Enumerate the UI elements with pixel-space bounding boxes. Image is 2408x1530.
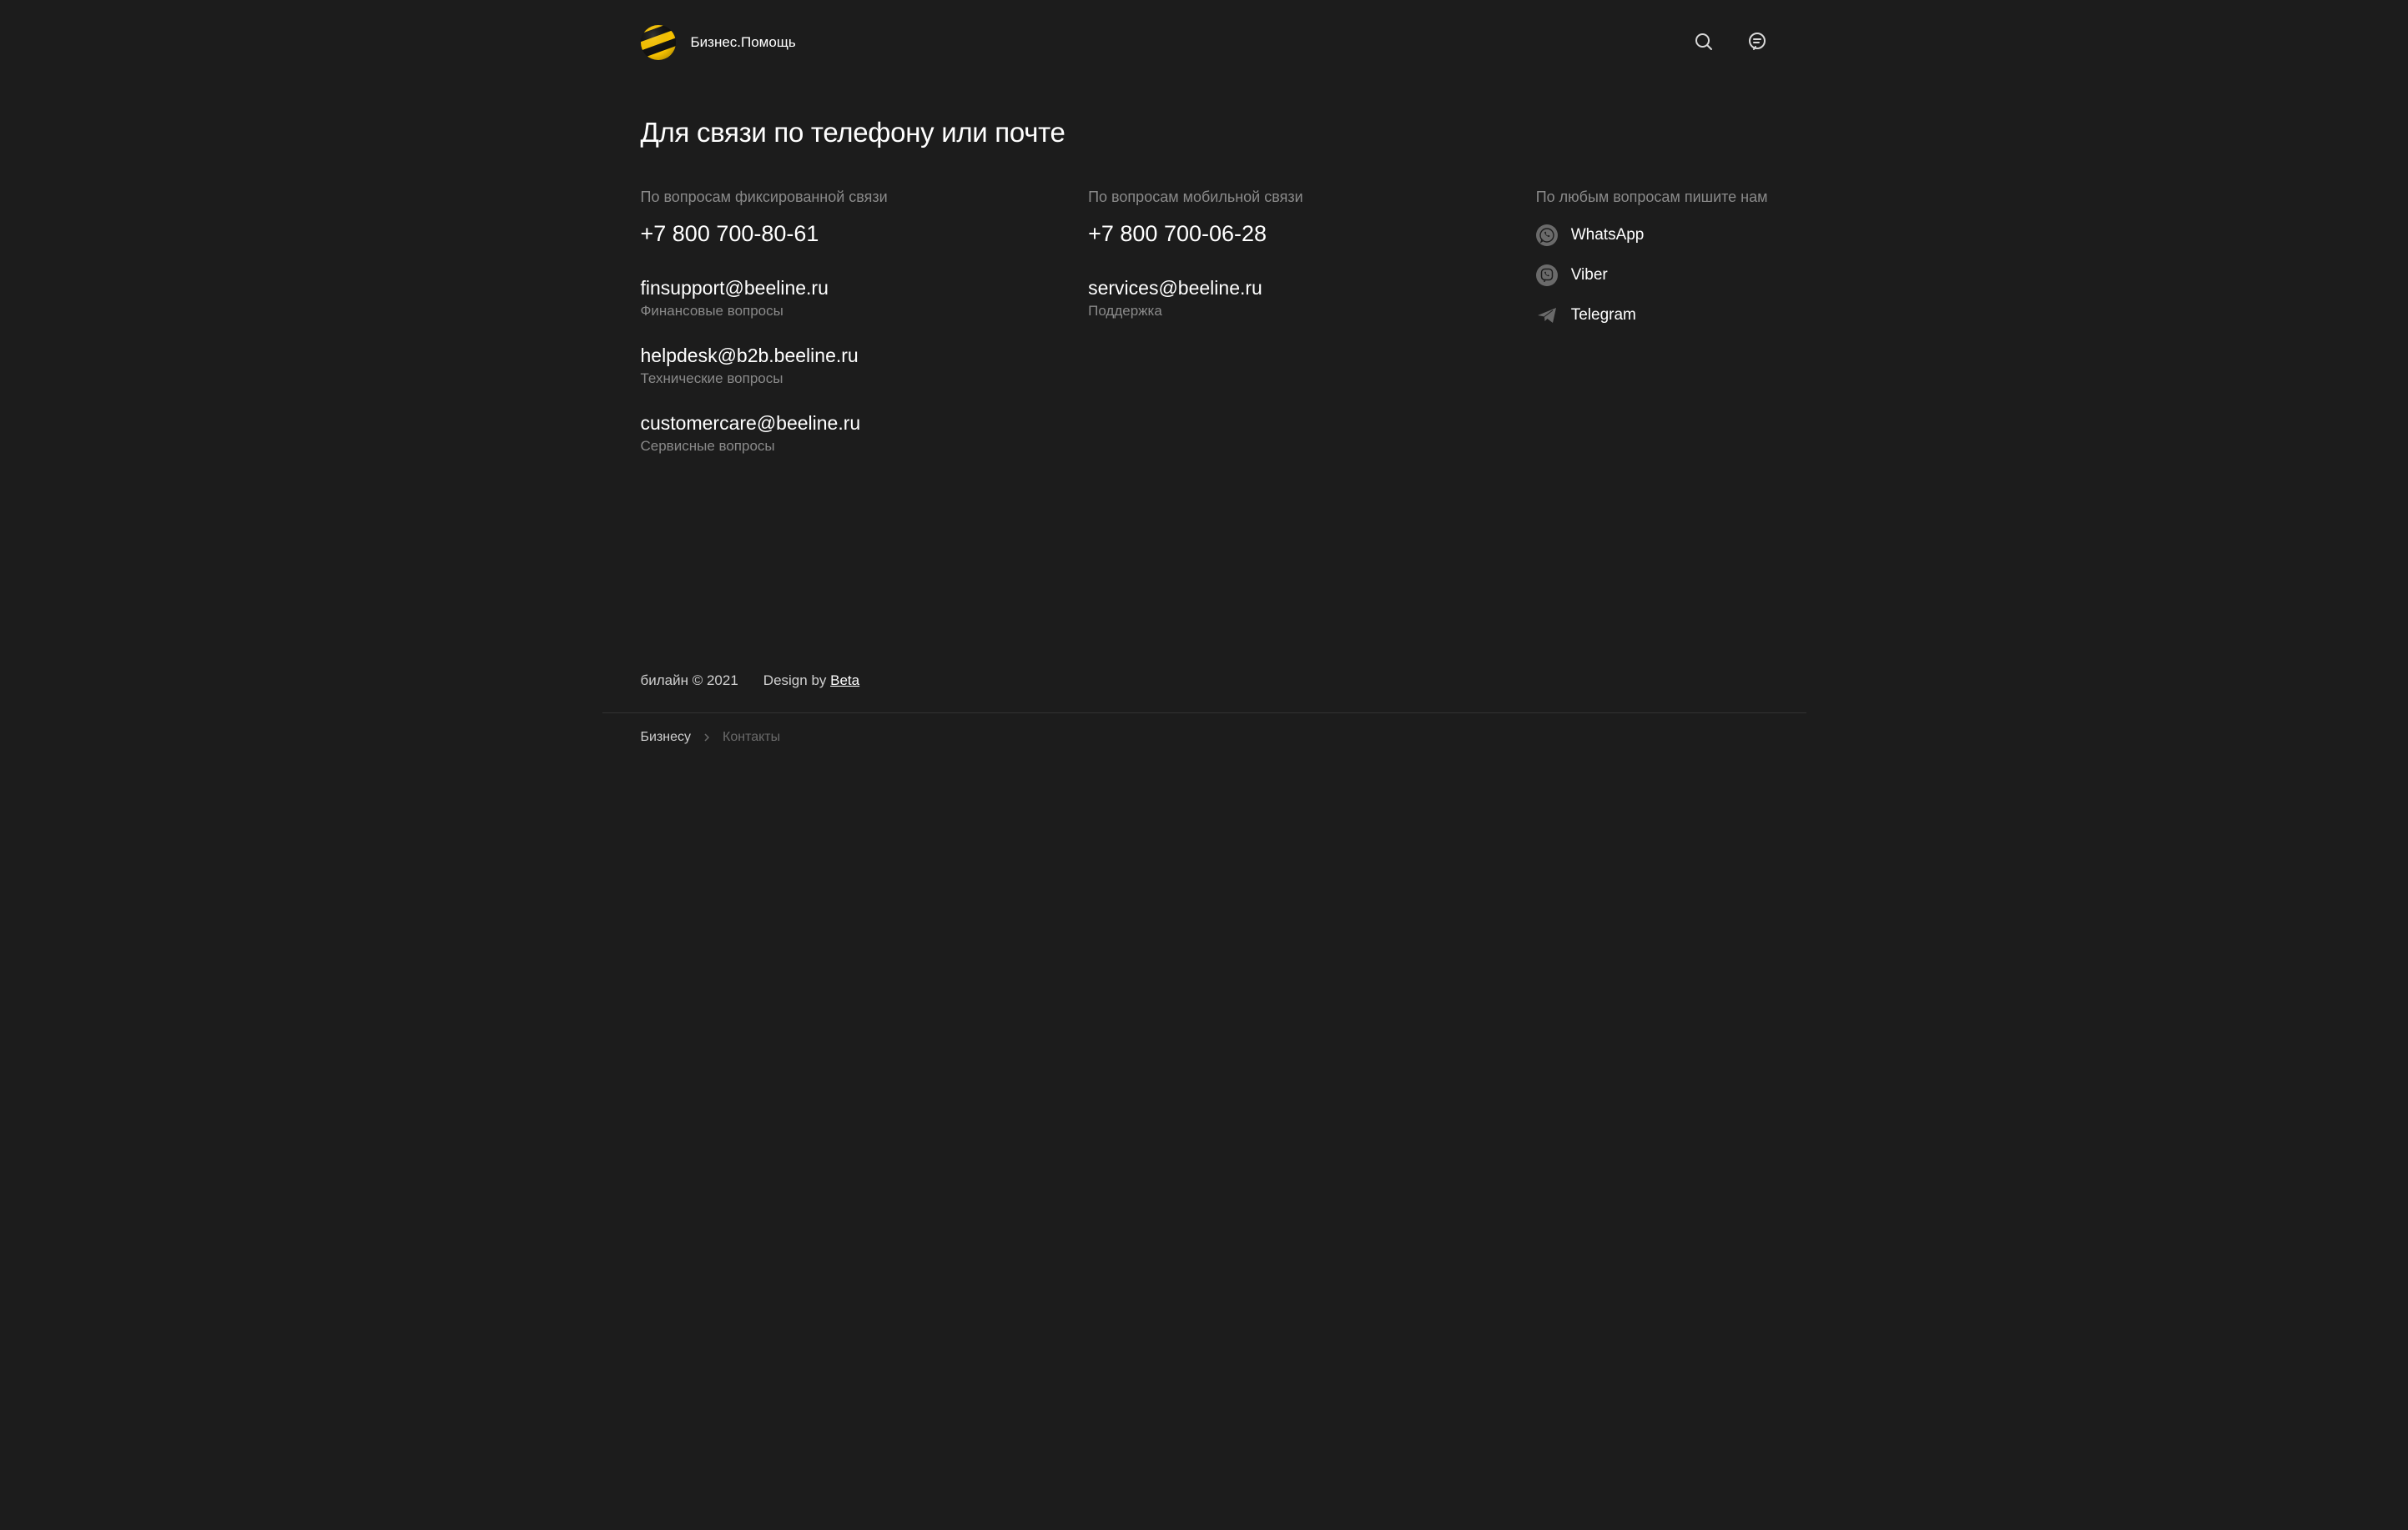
messenger-label: WhatsApp: [1571, 226, 1645, 244]
footer-line: билайн © 2021 Design by Beta: [641, 672, 1768, 712]
email-block-customercare: customercare@beeline.ru Сервисные вопрос…: [641, 412, 1039, 455]
email-desc: Поддержка: [1088, 303, 1486, 320]
design-link[interactable]: Beta: [830, 672, 859, 688]
mobile-subhead: По вопросам мобильной связи: [1088, 189, 1486, 206]
email-desc: Сервисные вопросы: [641, 438, 1039, 455]
design-credit: Design by Beta: [763, 672, 859, 689]
email-block-services: services@beeline.ru Поддержка: [1088, 277, 1486, 320]
chevron-right-icon: [703, 733, 711, 742]
email-link[interactable]: customercare@beeline.ru: [641, 412, 861, 435]
email-link[interactable]: services@beeline.ru: [1088, 277, 1262, 299]
telegram-icon: [1536, 304, 1558, 326]
email-desc: Технические вопросы: [641, 370, 1039, 387]
mobile-phone-link[interactable]: +7 800 700-06-28: [1088, 221, 1267, 247]
brand: Бизнес.Помощь: [641, 25, 796, 60]
breadcrumb-root[interactable]: Бизнесу: [641, 730, 692, 745]
email-block-helpdesk: helpdesk@b2b.beeline.ru Технические вопр…: [641, 345, 1039, 387]
viber-icon: [1536, 264, 1558, 286]
col-mobile: По вопросам мобильной связи +7 800 700-0…: [1088, 189, 1486, 480]
email-block-finsupport: finsupport@beeline.ru Финансовые вопросы: [641, 277, 1039, 320]
chat-icon: [1747, 32, 1767, 54]
design-prefix: Design by: [763, 672, 830, 688]
brand-title: Бизнес.Помощь: [691, 34, 796, 51]
header: Бизнес.Помощь: [641, 0, 1768, 85]
messenger-label: Viber: [1571, 266, 1608, 284]
beeline-logo-icon: [641, 25, 676, 60]
messenger-viber[interactable]: Viber: [1536, 264, 1768, 286]
page-title: Для связи по телефону или почте: [641, 117, 1768, 148]
email-desc: Финансовые вопросы: [641, 303, 1039, 320]
messenger-list: WhatsApp Viber: [1536, 224, 1768, 326]
contact-columns: По вопросам фиксированной связи +7 800 7…: [641, 189, 1768, 480]
footer: билайн © 2021 Design by Beta Бизнесу Кон…: [641, 639, 1768, 765]
fixed-phone-link[interactable]: +7 800 700-80-61: [641, 221, 819, 247]
messenger-label: Telegram: [1571, 306, 1636, 325]
header-actions: [1693, 32, 1768, 53]
chat-button[interactable]: [1746, 32, 1768, 53]
email-link[interactable]: finsupport@beeline.ru: [641, 277, 829, 299]
search-icon: [1694, 32, 1714, 54]
breadcrumb-current: Контакты: [723, 730, 780, 745]
fixed-subhead: По вопросам фиксированной связи: [641, 189, 1039, 206]
messenger-telegram[interactable]: Telegram: [1536, 304, 1768, 326]
search-button[interactable]: [1693, 32, 1715, 53]
breadcrumb-bar: Бизнесу Контакты: [602, 712, 1806, 745]
col-fixed: По вопросам фиксированной связи +7 800 7…: [641, 189, 1039, 480]
messengers-subhead: По любым вопросам пишите нам: [1536, 189, 1768, 206]
copyright: билайн © 2021: [641, 672, 738, 689]
whatsapp-icon: [1536, 224, 1558, 246]
breadcrumb: Бизнесу Контакты: [641, 713, 1768, 745]
col-messengers: По любым вопросам пишите нам WhatsApp: [1536, 189, 1768, 480]
email-link[interactable]: helpdesk@b2b.beeline.ru: [641, 345, 859, 367]
messenger-whatsapp[interactable]: WhatsApp: [1536, 224, 1768, 246]
